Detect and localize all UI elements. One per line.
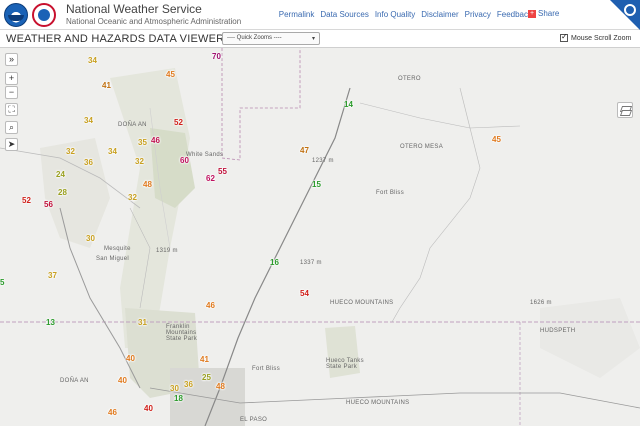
share-label: Share bbox=[538, 9, 560, 18]
search-button[interactable]: ⌕ bbox=[5, 121, 18, 134]
station-marker[interactable]: 52 bbox=[174, 118, 183, 127]
station-marker[interactable]: 45 bbox=[492, 135, 501, 144]
place-label: Franklin Mountains State Park bbox=[166, 324, 198, 342]
station-marker[interactable]: 25 bbox=[202, 373, 211, 382]
station-marker[interactable]: 37 bbox=[48, 271, 57, 280]
noaa-logo[interactable] bbox=[4, 3, 28, 27]
station-marker[interactable]: 46 bbox=[151, 136, 160, 145]
place-label: 1337 m bbox=[300, 260, 322, 266]
nav-privacy[interactable]: Privacy bbox=[465, 10, 491, 19]
place-label: DOÑA AN bbox=[118, 122, 147, 128]
place-label: DOÑA AN bbox=[60, 378, 89, 384]
station-marker[interactable]: 34 bbox=[88, 56, 97, 65]
station-marker[interactable]: 32 bbox=[66, 147, 75, 156]
station-marker[interactable]: 40 bbox=[144, 404, 153, 413]
share-link[interactable]: + Share bbox=[528, 9, 559, 18]
place-label: OTERO MESA bbox=[400, 144, 444, 150]
station-marker[interactable]: 54 bbox=[300, 289, 309, 298]
agency-name[interactable]: National Weather Service bbox=[66, 2, 202, 16]
map-basemap bbox=[0, 48, 640, 426]
nav-disclaimer[interactable]: Disclaimer bbox=[421, 10, 458, 19]
top-navigation: Permalink Data Sources Info Quality Disc… bbox=[279, 10, 532, 19]
station-marker[interactable]: 31 bbox=[138, 318, 147, 327]
quick-zoom-select[interactable]: ---- Quick Zooms ---- ▾ bbox=[222, 32, 320, 45]
station-marker[interactable]: 40 bbox=[126, 354, 135, 363]
station-marker[interactable]: 46 bbox=[206, 301, 215, 310]
station-marker[interactable]: 34 bbox=[84, 116, 93, 125]
station-marker[interactable]: 62 bbox=[206, 174, 215, 183]
nav-data-sources[interactable]: Data Sources bbox=[320, 10, 368, 19]
station-marker[interactable]: 56 bbox=[44, 200, 53, 209]
station-marker[interactable]: 41 bbox=[200, 355, 209, 364]
place-label: Hueco Tanks State Park bbox=[326, 358, 364, 370]
station-marker[interactable]: 32 bbox=[128, 193, 137, 202]
station-marker[interactable]: 48 bbox=[216, 382, 225, 391]
mouse-scroll-label: Mouse Scroll Zoom bbox=[571, 34, 632, 42]
fullscreen-button[interactable]: ⛶ bbox=[5, 103, 18, 116]
mouse-scroll-checkbox[interactable] bbox=[560, 32, 568, 42]
station-marker[interactable]: 52 bbox=[22, 196, 31, 205]
station-marker[interactable]: 48 bbox=[143, 180, 152, 189]
place-label: Mesquite bbox=[104, 246, 131, 252]
agency-subtitle: National Oceanic and Atmospheric Adminis… bbox=[66, 17, 242, 26]
station-marker[interactable]: 40 bbox=[118, 376, 127, 385]
station-marker[interactable]: 28 bbox=[58, 188, 67, 197]
station-marker[interactable]: 34 bbox=[108, 147, 117, 156]
quick-zoom-value: ---- Quick Zooms ---- bbox=[227, 35, 282, 41]
station-marker[interactable]: 36 bbox=[84, 158, 93, 167]
nws-logo[interactable] bbox=[32, 3, 56, 27]
station-marker[interactable]: 47 bbox=[300, 146, 309, 155]
nav-info-quality[interactable]: Info Quality bbox=[375, 10, 415, 19]
station-marker[interactable]: 70 bbox=[212, 52, 221, 61]
site-header: National Weather Service National Oceani… bbox=[0, 0, 640, 30]
station-marker[interactable]: 13 bbox=[46, 318, 55, 327]
mouse-scroll-zoom-toggle[interactable]: Mouse Scroll Zoom bbox=[560, 32, 632, 42]
place-label: White Sands bbox=[186, 152, 224, 158]
station-marker[interactable]: 24 bbox=[56, 170, 65, 179]
viewer-toolbar: WEATHER AND HAZARDS DATA VIEWER ---- Qui… bbox=[0, 30, 640, 48]
station-marker[interactable]: 14 bbox=[344, 100, 353, 109]
station-marker[interactable]: 60 bbox=[180, 156, 189, 165]
locate-button[interactable]: ➤ bbox=[5, 138, 18, 151]
station-marker[interactable]: 30 bbox=[170, 384, 179, 393]
chevron-down-icon: ▾ bbox=[311, 36, 315, 42]
place-label: HUECO MOUNTAINS bbox=[330, 300, 394, 306]
station-marker[interactable]: 16 bbox=[270, 258, 279, 267]
viewer-title: WEATHER AND HAZARDS DATA VIEWER bbox=[6, 33, 225, 45]
nav-permalink[interactable]: Permalink bbox=[279, 10, 315, 19]
corner-badge-icon bbox=[610, 0, 640, 30]
station-marker[interactable]: 46 bbox=[108, 408, 117, 417]
station-marker[interactable]: 32 bbox=[135, 157, 144, 166]
station-marker[interactable]: 30 bbox=[86, 234, 95, 243]
place-label: 1237 m bbox=[312, 158, 334, 164]
place-label: 1319 m bbox=[156, 248, 178, 254]
station-marker[interactable]: 35 bbox=[138, 138, 147, 147]
place-label: HUECO MOUNTAINS bbox=[346, 400, 410, 406]
expand-panel-button[interactable]: » bbox=[5, 53, 18, 66]
nav-feedback[interactable]: Feedback bbox=[497, 10, 532, 19]
zoom-out-button[interactable]: − bbox=[5, 86, 18, 99]
place-label: HUDSPETH bbox=[540, 328, 576, 334]
place-label: EL PASO bbox=[240, 417, 268, 423]
map-canvas[interactable]: DOÑA AN OTERO OTERO MESA HUECO MOUNTAINS… bbox=[0, 48, 640, 426]
station-marker[interactable]: 36 bbox=[184, 380, 193, 389]
station-marker[interactable]: 41 bbox=[102, 81, 111, 90]
layers-icon[interactable] bbox=[617, 102, 633, 118]
share-icon: + bbox=[528, 9, 536, 18]
zoom-in-button[interactable]: + bbox=[5, 72, 18, 85]
station-marker[interactable]: 5 bbox=[0, 278, 4, 287]
place-label: San Miguel bbox=[96, 256, 130, 262]
place-label: Fort Bliss bbox=[376, 190, 405, 196]
station-marker[interactable]: 55 bbox=[218, 167, 227, 176]
station-marker[interactable]: 18 bbox=[174, 394, 183, 403]
place-label: Fort Bliss bbox=[252, 366, 281, 372]
place-label: 1626 m bbox=[530, 300, 552, 306]
place-label: OTERO bbox=[398, 76, 421, 82]
station-marker[interactable]: 15 bbox=[312, 180, 321, 189]
station-marker[interactable]: 45 bbox=[166, 70, 175, 79]
